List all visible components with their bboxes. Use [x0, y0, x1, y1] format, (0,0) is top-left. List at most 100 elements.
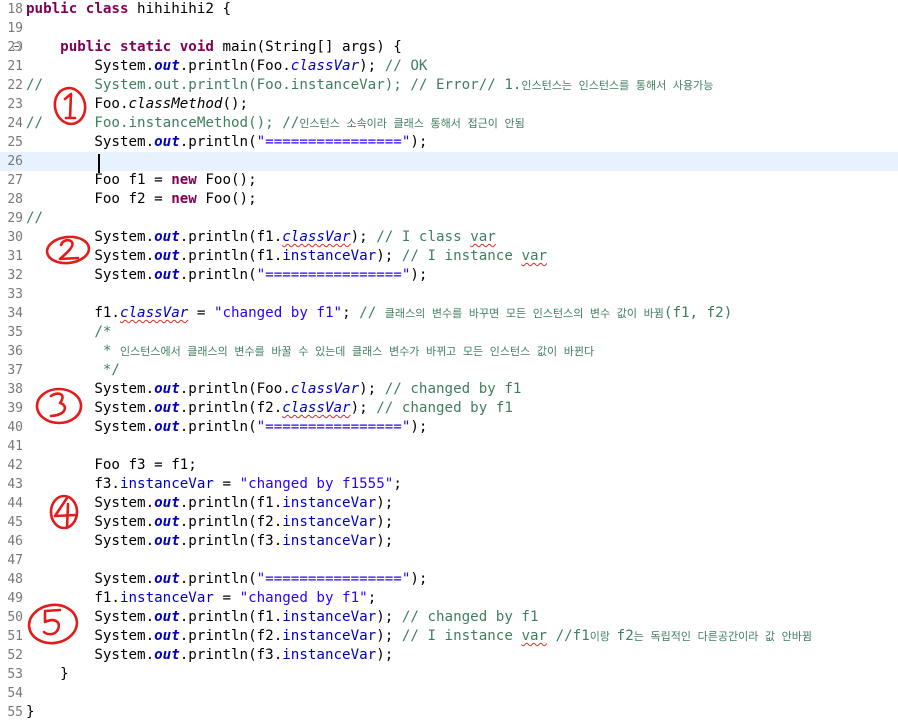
code-line[interactable]: 43 f3.instanceVar = "changed by f1555";	[0, 475, 898, 494]
code-text[interactable]: f1.classVar = "changed by f1"; // 클래스의 변…	[26, 304, 732, 323]
line-number-text: 41	[7, 439, 23, 454]
line-number: 19	[0, 19, 24, 38]
code-text[interactable]: System.out.println("================");	[26, 418, 427, 437]
code-text[interactable]: System.out.println(f3.instanceVar);	[26, 532, 393, 551]
code-text[interactable]: public class hihihihi2 {	[26, 0, 231, 19]
code-editor[interactable]: 18public class hihihihi2 {1920 public st…	[0, 0, 898, 727]
code-line[interactable]: 40 System.out.println("================"…	[0, 418, 898, 437]
code-text[interactable]: Foo f1 = new Foo();	[26, 171, 256, 190]
code-line[interactable]: 35 /*	[0, 323, 898, 342]
code-line[interactable]: 53 }	[0, 665, 898, 684]
line-number: 52	[0, 646, 24, 665]
code-token: (f1, f2)	[663, 305, 733, 321]
line-number-text: 27	[7, 173, 23, 188]
code-text[interactable]: }	[26, 665, 69, 684]
code-line[interactable]: 36 * 인스턴스에서 클래스의 변수를 바꿀 수 있는데 클래스 변수가 바뀌…	[0, 342, 898, 361]
line-number-text: 43	[7, 477, 23, 492]
line-number-text: 25	[7, 135, 23, 150]
code-line[interactable]: 34 f1.classVar = "changed by f1"; // 클래스…	[0, 304, 898, 323]
code-text[interactable]: System.out.println("================");	[26, 570, 427, 589]
code-text[interactable]: //	[26, 209, 43, 228]
code-line[interactable]: 30 System.out.println(f1.classVar); // I…	[0, 228, 898, 247]
code-line[interactable]: 22// System.out.println(Foo.instanceVar)…	[0, 76, 898, 95]
code-text[interactable]: System.out.println(Foo.classVar); // OK	[26, 57, 427, 76]
code-token: 클래스의 변수를 바꾸면 모든 인스턴스의 변수 값이 바뀜	[384, 307, 664, 320]
line-number: 49	[0, 589, 24, 608]
code-text[interactable]: System.out.println(f1.instanceVar); // I…	[26, 247, 547, 266]
code-line[interactable]: 48 System.out.println("================"…	[0, 570, 898, 589]
code-line[interactable]: 46 System.out.println(f3.instanceVar);	[0, 532, 898, 551]
code-line[interactable]: 19	[0, 19, 898, 38]
code-text[interactable]: System.out.println("================");	[26, 133, 427, 152]
code-line[interactable]: 28 Foo f2 = new Foo();	[0, 190, 898, 209]
code-line[interactable]: 32 System.out.println("================"…	[0, 266, 898, 285]
code-text[interactable]: * 인스턴스에서 클래스의 변수를 바꿀 수 있는데 클래스 변수가 바뀌고 모…	[26, 342, 594, 361]
code-token: out	[154, 58, 180, 74]
code-token: "changed by f1"	[213, 305, 343, 321]
code-text[interactable]: public static void main(String[] args) {	[26, 38, 402, 57]
code-line[interactable]: 23 Foo.classMethod();	[0, 95, 898, 114]
code-line[interactable]: 25 System.out.println("================"…	[0, 133, 898, 152]
code-line[interactable]: 21 System.out.println(Foo.classVar); // …	[0, 57, 898, 76]
code-text[interactable]: System.out.println(Foo.classVar); // cha…	[26, 380, 521, 399]
line-number: 32	[0, 266, 24, 285]
code-line[interactable]: 37 */	[0, 361, 898, 380]
code-line[interactable]: 33	[0, 285, 898, 304]
code-text[interactable]: System.out.println(f1.instanceVar); // c…	[26, 608, 538, 627]
code-text[interactable]: Foo f2 = new Foo();	[26, 190, 256, 209]
line-number-text: 23	[7, 97, 23, 112]
line-number-text: 48	[7, 572, 23, 587]
code-text[interactable]: }	[26, 703, 35, 722]
code-text[interactable]: Foo f3 = f1;	[26, 456, 197, 475]
code-token: );	[410, 419, 428, 435]
code-token: System.	[26, 134, 155, 150]
current-code-line[interactable]: 26	[0, 152, 898, 171]
code-token: instanceVar	[282, 495, 377, 511]
code-text[interactable]: System.out.println(f2.classVar); // chan…	[26, 399, 513, 418]
code-text[interactable]: System.out.println(f3.instanceVar);	[26, 646, 393, 665]
code-text[interactable]: */	[26, 361, 120, 380]
code-token: );	[410, 134, 428, 150]
code-token: .println(Foo.	[179, 58, 291, 74]
code-text[interactable]: System.out.println(f2.instanceVar); // I…	[26, 627, 812, 646]
code-line[interactable]: 20 public static void main(String[] args…	[0, 38, 898, 57]
code-text[interactable]: System.out.println(f1.classVar); // I cl…	[26, 228, 495, 247]
code-line[interactable]: 18 public class hihihihi2 {	[0, 0, 898, 19]
code-line[interactable]: 38 System.out.println(Foo.classVar); // …	[0, 380, 898, 399]
code-line[interactable]: 54	[0, 684, 898, 703]
code-line[interactable]: 49 f1.instanceVar = "changed by f1";	[0, 589, 898, 608]
collapse-minus-icon[interactable]	[12, 42, 21, 51]
annotation-marker-4	[49, 494, 79, 530]
code-token: );	[376, 495, 394, 511]
code-line[interactable]: 29//	[0, 209, 898, 228]
code-line[interactable]: 50 System.out.println(f1.instanceVar); /…	[0, 608, 898, 627]
code-token: );	[376, 533, 394, 549]
code-text[interactable]: // System.out.println(Foo.instanceVar); …	[26, 76, 713, 95]
code-line[interactable]: 39 System.out.println(f2.classVar); // c…	[0, 399, 898, 418]
code-text[interactable]: /*	[26, 323, 111, 342]
code-token: out	[154, 248, 180, 264]
code-line[interactable]: 44 System.out.println(f1.instanceVar);	[0, 494, 898, 513]
code-line[interactable]: 51 System.out.println(f2.instanceVar); /…	[0, 627, 898, 646]
code-token: .println(f2.	[179, 400, 283, 416]
code-line[interactable]: 55}	[0, 703, 898, 722]
code-line[interactable]: 45 System.out.println(f2.instanceVar);	[0, 513, 898, 532]
code-line[interactable]: 27 Foo f1 = new Foo();	[0, 171, 898, 190]
code-line[interactable]: 24// Foo.instanceMethod(); //인스턴스 소속이라 클…	[0, 114, 898, 133]
code-token: );	[376, 248, 402, 264]
code-line[interactable]: 52 System.out.println(f3.instanceVar);	[0, 646, 898, 665]
line-number-text: 24	[7, 116, 23, 131]
code-token: );	[410, 267, 428, 283]
code-token: ;	[393, 476, 402, 492]
line-number-text: 47	[7, 553, 23, 568]
code-line[interactable]: 42 Foo f3 = f1;	[0, 456, 898, 475]
code-line[interactable]: 31 System.out.println(f1.instanceVar); /…	[0, 247, 898, 266]
code-line[interactable]: 47	[0, 551, 898, 570]
code-token: .println(f2.	[179, 628, 283, 644]
code-token: out	[154, 533, 180, 549]
code-token: out	[154, 134, 180, 150]
code-text[interactable]: // Foo.instanceMethod(); //인스턴스 소속이라 클래스…	[26, 114, 525, 133]
code-line[interactable]: 41	[0, 437, 898, 456]
line-number: 31	[0, 247, 24, 266]
code-token: "================"	[256, 571, 411, 587]
